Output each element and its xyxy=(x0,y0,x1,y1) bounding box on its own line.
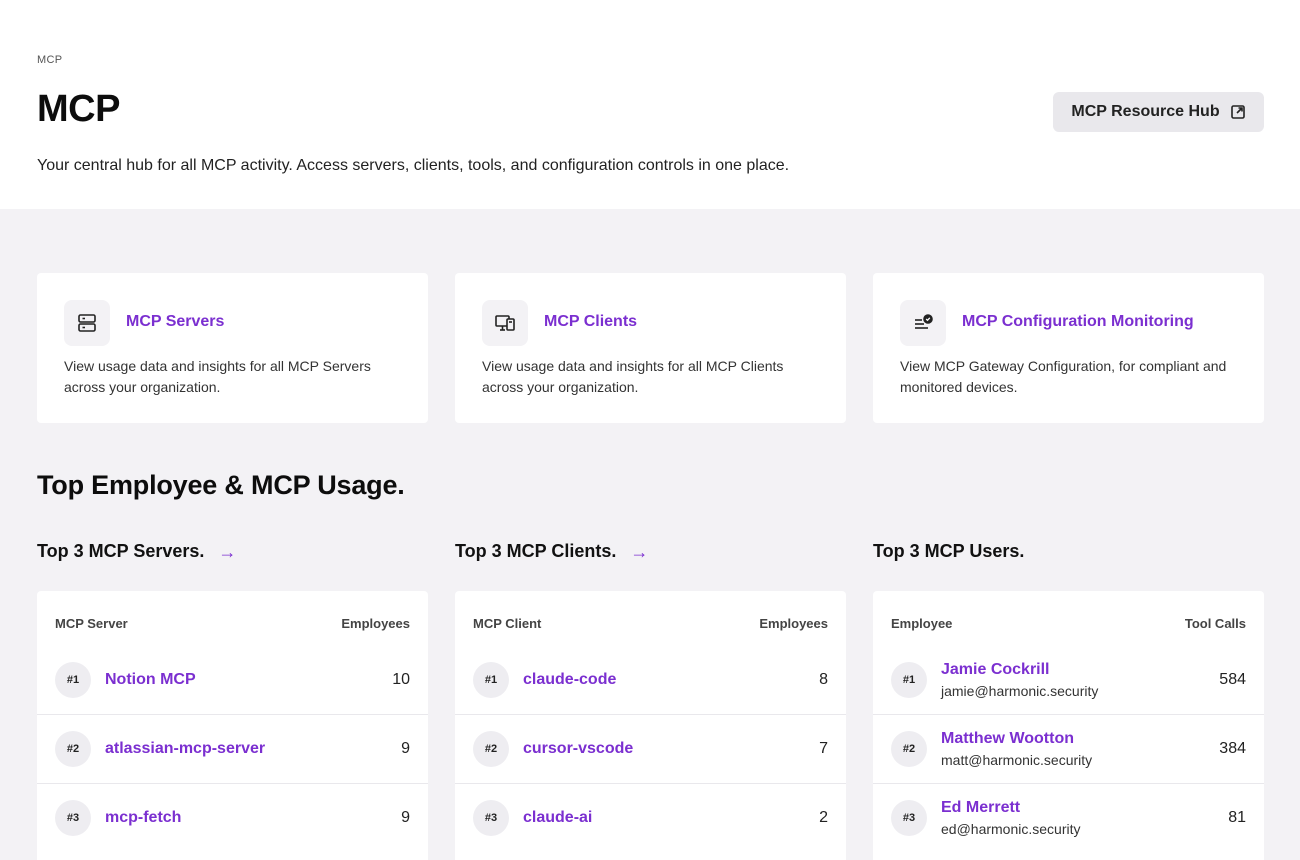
table-row[interactable]: #1 Notion MCP 10 xyxy=(37,646,428,715)
server-icon xyxy=(64,300,110,346)
user-name-link[interactable]: Ed Merrett xyxy=(941,799,1020,817)
table-row[interactable]: #2 atlassian-mcp-server 9 xyxy=(37,714,428,783)
employee-count: 10 xyxy=(392,671,410,688)
mcp-config-monitoring-card[interactable]: MCP Configuration Monitoring View MCP Ga… xyxy=(873,273,1264,423)
arrow-right-icon[interactable]: → xyxy=(218,543,236,561)
table-row[interactable]: #3 mcp-fetch 9 xyxy=(37,783,428,852)
rank-badge: #2 xyxy=(891,731,927,767)
mcp-servers-link[interactable]: MCP Servers xyxy=(126,313,224,331)
employee-count: 2 xyxy=(819,809,828,826)
tool-call-count: 384 xyxy=(1219,740,1246,757)
page-header: MCP MCP Your central hub for all MCP act… xyxy=(0,0,1300,209)
resource-hub-label: MCP Resource Hub xyxy=(1071,103,1220,120)
column-header-tool-calls: Tool Calls xyxy=(1184,616,1246,631)
column-header-employees: Employees xyxy=(759,616,828,631)
table-row[interactable]: #2 cursor-vscode 7 xyxy=(455,714,846,783)
table-row[interactable]: #2 Matthew Wootton matt@harmonic.securit… xyxy=(873,714,1264,783)
rank-badge: #1 xyxy=(473,662,509,698)
table-row[interactable]: #3 claude-ai 2 xyxy=(455,783,846,852)
user-email: ed@harmonic.security xyxy=(941,821,1081,837)
mcp-config-monitoring-description: View MCP Gateway Configuration, for comp… xyxy=(900,358,1227,395)
rank-badge: #1 xyxy=(55,662,91,698)
section-title: Top Employee & MCP Usage. xyxy=(37,470,405,500)
arrow-right-icon[interactable]: → xyxy=(630,543,648,561)
column-header-client: MCP Client xyxy=(473,616,542,631)
top-clients-table: MCP Client Employees #1 claude-code 8 #2… xyxy=(455,591,846,860)
employee-count: 8 xyxy=(819,671,828,688)
tool-call-count: 81 xyxy=(1228,809,1246,826)
rank-badge: #2 xyxy=(473,731,509,767)
client-name-link[interactable]: cursor-vscode xyxy=(523,740,633,758)
rank-badge: #3 xyxy=(55,800,91,836)
server-name-link[interactable]: mcp-fetch xyxy=(105,809,181,827)
config-check-icon xyxy=(900,300,946,346)
table-row[interactable]: #3 Ed Merrett ed@harmonic.security 81 xyxy=(873,783,1264,852)
employee-count: 7 xyxy=(819,740,828,757)
column-header-employee: Employee xyxy=(891,616,953,631)
server-name-link[interactable]: Notion MCP xyxy=(105,671,196,689)
client-name-link[interactable]: claude-ai xyxy=(523,809,592,827)
page-subtitle: Your central hub for all MCP activity. A… xyxy=(37,157,790,174)
external-link-icon xyxy=(1230,105,1245,119)
mcp-clients-link[interactable]: MCP Clients xyxy=(544,313,637,331)
tool-call-count: 584 xyxy=(1219,671,1246,688)
rank-badge: #1 xyxy=(891,662,927,698)
rank-badge: #3 xyxy=(473,800,509,836)
mcp-clients-description: View usage data and insights for all MCP… xyxy=(482,358,784,395)
mcp-config-monitoring-link[interactable]: MCP Configuration Monitoring xyxy=(962,313,1194,331)
mcp-servers-card[interactable]: MCP Servers View usage data and insights… xyxy=(37,273,428,423)
client-name-link[interactable]: claude-code xyxy=(523,671,616,689)
top-users-title: Top 3 MCP Users. xyxy=(873,541,1025,561)
top-clients-title: Top 3 MCP Clients. xyxy=(455,541,617,561)
table-row[interactable]: #1 Jamie Cockrill jamie@harmonic.securit… xyxy=(873,646,1264,715)
devices-icon xyxy=(482,300,528,346)
user-name-link[interactable]: Jamie Cockrill xyxy=(941,661,1050,679)
top-users-heading: Top 3 MCP Users. xyxy=(873,541,1024,562)
column-header-server: MCP Server xyxy=(55,616,128,631)
user-name-link[interactable]: Matthew Wootton xyxy=(941,730,1074,748)
top-clients-heading: Top 3 MCP Clients. → xyxy=(455,541,648,562)
employee-count: 9 xyxy=(401,740,410,757)
table-row[interactable]: #1 claude-code 8 xyxy=(455,646,846,715)
mcp-servers-description: View usage data and insights for all MCP… xyxy=(64,358,371,395)
top-users-table: Employee Tool Calls #1 Jamie Cockrill ja… xyxy=(873,591,1264,860)
column-header-employees: Employees xyxy=(341,616,410,631)
mcp-clients-card[interactable]: MCP Clients View usage data and insights… xyxy=(455,273,846,423)
top-servers-title: Top 3 MCP Servers. xyxy=(37,541,205,561)
page-title: MCP xyxy=(37,88,120,130)
top-servers-table: MCP Server Employees #1 Notion MCP 10 #2… xyxy=(37,591,428,860)
user-email: jamie@harmonic.security xyxy=(941,683,1099,699)
server-name-link[interactable]: atlassian-mcp-server xyxy=(105,740,265,758)
breadcrumb[interactable]: MCP xyxy=(37,54,62,66)
rank-badge: #2 xyxy=(55,731,91,767)
user-email: matt@harmonic.security xyxy=(941,752,1093,768)
mcp-resource-hub-button[interactable]: MCP Resource Hub xyxy=(1053,92,1264,132)
rank-badge: #3 xyxy=(891,800,927,836)
employee-count: 9 xyxy=(401,809,410,826)
top-servers-heading: Top 3 MCP Servers. → xyxy=(37,541,236,562)
